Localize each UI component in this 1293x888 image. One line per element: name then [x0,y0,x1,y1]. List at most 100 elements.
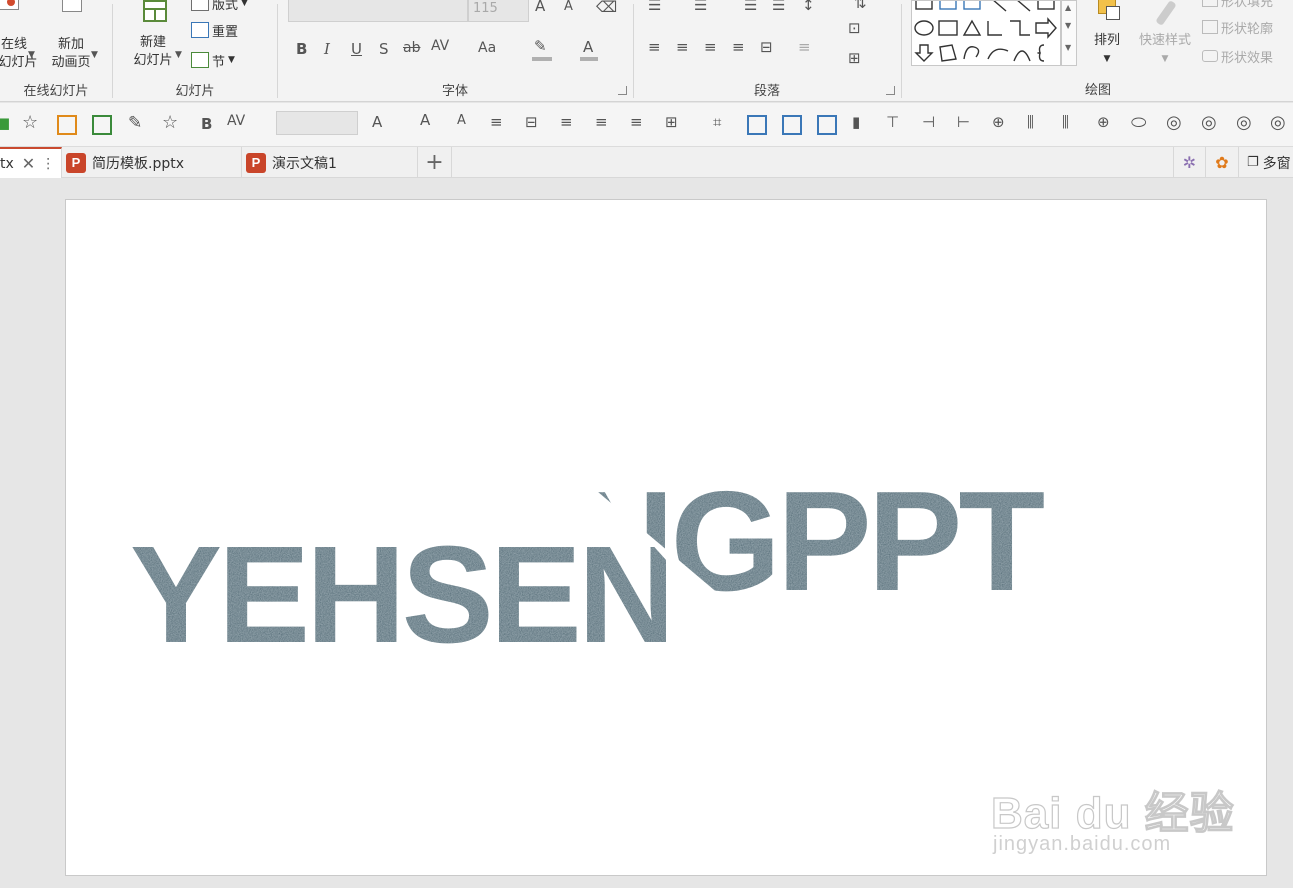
shape-gallery-scroll[interactable]: ▲ ▼ ▼ [1061,0,1077,66]
new-tab-button[interactable]: + [418,147,452,178]
quick-spacing-button[interactable]: AV [227,113,245,129]
quick-align-left-icon[interactable]: ≡ [490,113,503,131]
bold-button[interactable]: B [296,40,307,58]
quick-edit-points-icon[interactable]: ⌗ [713,113,721,131]
columns-icon[interactable]: ≡ [798,38,811,56]
presentation-icon[interactable] [92,115,112,135]
smartart-icon[interactable]: ⊞ [848,49,861,67]
align-text-icon[interactable]: ⊡ [848,19,861,37]
shapes-icon [914,0,1057,62]
select-cursor-icon[interactable] [57,115,77,135]
highlight-color-bar [532,57,552,61]
quick-font-color-icon[interactable]: A [372,113,382,131]
baidu-watermark-url: jingyan.baidu.com [993,833,1172,855]
quick-borders-icon[interactable]: ⊞ [665,113,678,131]
animation-star-icon[interactable]: ☆ [22,112,38,133]
tab-current[interactable]: tx ✕ ⋮ [0,147,62,178]
quick-justify-icon[interactable]: ≡ [560,113,573,131]
effects-star-icon[interactable]: ☆ [162,112,178,133]
quick-shape-icon[interactable] [747,115,767,135]
settings-spark-icon[interactable]: ✲ [1173,147,1206,178]
merge-subtract-icon[interactable]: ◎ [1270,112,1286,133]
font-size-select[interactable]: 115 [468,0,529,22]
quick-chart-icon[interactable]: ▮ [852,113,860,131]
merge-combine-icon[interactable]: ◎ [1166,112,1182,133]
layout-button[interactable]: 版式 ▼ [191,0,248,14]
numbering-icon[interactable]: ☰ [694,0,707,14]
align-right-icon[interactable]: ≡ [704,38,717,56]
gear-icon[interactable]: ✿ [1206,147,1239,178]
strikethrough-button[interactable]: ab [403,40,420,56]
quick-align-right-icon[interactable]: ≡ [630,113,643,131]
section-label: 节 [212,54,226,70]
shadow-button[interactable]: S [379,40,389,58]
align-center-icon[interactable]: ≡ [676,38,689,56]
quick-align-left-obj-icon[interactable]: ⊢ [957,113,970,131]
tab-presentation1[interactable]: P 演示文稿1 [242,147,418,178]
arrange-icon [1090,0,1124,30]
justify-icon[interactable]: ≡ [732,38,745,56]
underline-button[interactable]: U [351,40,362,58]
char-spacing-button[interactable]: AV [431,38,449,54]
bullets-icon[interactable]: ☰ [648,0,661,14]
quick-align-middle-icon[interactable]: ⊕ [992,113,1005,131]
text-direction-icon[interactable]: ⇅ [854,0,867,12]
font-name-select[interactable] [288,0,468,22]
shrink-font-button[interactable]: A [564,0,573,14]
line-spacing-icon[interactable]: ↕ [802,0,815,14]
play-icon[interactable]: ■ [0,114,10,132]
online-slide-button[interactable]: 在线 幻灯片 [0,0,40,72]
quick-distribute-h-icon[interactable]: ⫼ [1027,113,1034,131]
quick-textbox-vertical-icon[interactable] [817,115,837,135]
shape-gallery[interactable] [911,0,1061,66]
more-icon[interactable]: ⋮ [41,156,55,172]
increase-indent-icon[interactable]: ☰ [772,0,785,14]
shape-effects-label: 形状效果 [1221,50,1274,66]
quick-align-top-icon[interactable]: ⊤ [886,113,899,131]
font-color-button[interactable]: A [583,38,593,56]
quick-bold-button[interactable]: B [201,115,212,133]
italic-button[interactable]: I [324,40,330,58]
distribute-icon[interactable]: ⊟ [760,38,773,56]
quick-distribute-v-icon[interactable]: ⫼ [1062,113,1069,131]
new-animation-page-button[interactable]: 新加 动画页 [40,0,102,72]
shape-effects-button[interactable]: 形状效果 [1202,45,1273,67]
quick-textbox-icon[interactable] [782,115,802,135]
group-font: 115 A A ⌫ B I U S ab AV Aa ✎ A 字体 [278,0,632,101]
clear-format-button[interactable]: ⌫ [596,0,617,16]
fill-bucket-icon [1202,0,1218,7]
quick-align-right-obj-icon[interactable]: ⊣ [922,113,935,131]
merge-union-icon[interactable]: ⬭ [1131,112,1146,133]
grow-font-button[interactable]: A [535,0,545,15]
merge-intersect-icon[interactable]: ◎ [1236,112,1252,133]
close-icon[interactable]: ✕ [22,154,35,173]
chevron-up-icon: ▲ [1065,3,1072,12]
section-button[interactable]: 节 ▼ [191,49,235,71]
tab-resume-template[interactable]: P 简历模板.pptx [62,147,242,178]
font-dialog-launcher[interactable] [618,86,627,95]
align-left-icon[interactable]: ≡ [648,38,661,56]
multi-window-button[interactable]: ❐ 多窗 [1239,147,1293,178]
quick-font-size-select[interactable] [276,111,358,135]
format-painter-icon[interactable]: ✎ [128,113,142,133]
decrease-indent-icon[interactable]: ☰ [744,0,757,14]
shape-fill-button[interactable]: 形状填充 [1202,0,1273,11]
reset-label: 重置 [212,24,239,40]
wordart[interactable]: YEHSEN NGPPT [66,200,1268,877]
quick-center-icon[interactable]: ⊕ [1097,113,1110,131]
quick-align-center-icon[interactable]: ≡ [595,113,608,131]
reset-button[interactable]: 重置 [191,19,238,41]
quick-shrink-icon[interactable]: A [457,113,466,128]
ribbon: 在线 幻灯片 ▼ 新加 动画页 ▼ 在线幻灯片 新建 幻灯片 ▼ 版式 ▼ 重置… [0,0,1293,102]
highlight-icon[interactable]: ✎ [534,37,547,55]
change-case-button[interactable]: Aa [478,40,496,56]
wordart-left-text[interactable]: YEHSEN [130,518,674,672]
quick-styles-button[interactable]: 快速样式 ▼ [1134,0,1196,68]
merge-fragment-icon[interactable]: ◎ [1201,112,1217,133]
quick-grow-icon[interactable]: A [420,111,430,129]
quick-distribute-icon[interactable]: ⊟ [525,113,538,131]
shape-outline-button[interactable]: 形状轮廓 [1202,16,1273,38]
paragraph-dialog-launcher[interactable] [886,86,895,95]
arrange-button[interactable]: 排列 ▼ [1083,0,1131,68]
slide[interactable]: YEHSEN NGPPT Bai du 经验 jingyan.baidu.com [65,199,1267,876]
